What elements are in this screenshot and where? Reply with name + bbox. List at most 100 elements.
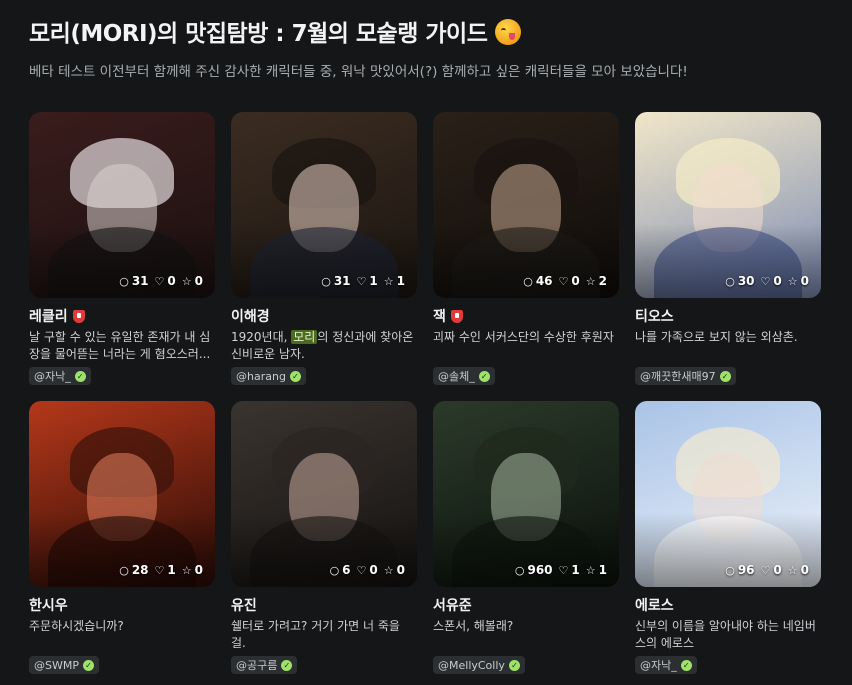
character-card[interactable]: ○ 6 ♡ 0 ☆ 0 유진 쉘터로 가려고? 거기 가면 너 죽을 걸. @공구름 ✓ [231, 401, 417, 674]
star-count-value: 0 [194, 563, 203, 577]
character-name[interactable]: 서유준 [433, 596, 619, 614]
star-count-value: 0 [194, 274, 203, 288]
speech-bubble-icon: ○ [329, 563, 340, 577]
highlighted-keyword: 모리 [291, 330, 318, 344]
star-count-value: 1 [598, 563, 607, 577]
star-count: ☆ 1 [586, 563, 607, 577]
star-count: ☆ 0 [788, 274, 809, 288]
character-name[interactable]: 이해경 [231, 307, 417, 325]
star-count-value: 1 [396, 274, 405, 288]
character-card[interactable]: ○ 31 ♡ 0 ☆ 0 레클리 날 구할 수 있는 유일한 존재가 내 심장을 물어뜯는 너… [29, 112, 215, 385]
heart-icon: ♡ [356, 274, 367, 288]
comment-count-value: 960 [527, 563, 553, 577]
like-count-value: 1 [369, 274, 378, 288]
character-thumbnail[interactable]: ○ 6 ♡ 0 ☆ 0 [231, 401, 417, 587]
speech-bubble-icon: ○ [119, 563, 129, 577]
character-name[interactable]: 에로스 [635, 596, 821, 614]
character-card[interactable]: ○ 30 ♡ 0 ☆ 0 티오스 나를 가족으로 보지 않는 외삼촌. @깨끗한새매97 ✓ [635, 112, 821, 385]
creator-handle: @SWMP [34, 658, 79, 672]
character-name[interactable]: 잭 [433, 307, 619, 325]
verified-check-icon: ✓ [508, 659, 520, 671]
stats-bar: ○ 30 ♡ 0 ☆ 0 [725, 274, 809, 288]
speech-bubble-icon: ○ [119, 274, 129, 288]
thumbnail-shade [635, 401, 821, 587]
character-name-text: 이해경 [231, 309, 270, 325]
character-thumbnail[interactable]: ○ 28 ♡ 1 ☆ 0 [29, 401, 215, 587]
character-name[interactable]: 유진 [231, 596, 417, 614]
character-grid: ○ 31 ♡ 0 ☆ 0 레클리 날 구할 수 있는 유일한 존재가 내 심장을 물어뜯는 너… [29, 112, 825, 682]
star-count-value: 0 [396, 563, 405, 577]
star-count-value: 0 [800, 274, 809, 288]
verified-check-icon: ✓ [719, 370, 731, 382]
character-thumbnail[interactable]: ○ 960 ♡ 1 ☆ 1 [433, 401, 619, 587]
character-thumbnail[interactable]: ○ 46 ♡ 0 ☆ 2 [433, 112, 619, 298]
comment-count-value: 6 [342, 563, 351, 577]
creator-tag[interactable]: @자낙_ ✓ [635, 656, 697, 674]
verified-check-icon: ✓ [289, 370, 301, 382]
character-thumbnail[interactable]: ○ 96 ♡ 0 ☆ 0 [635, 401, 821, 587]
stats-bar: ○ 960 ♡ 1 ☆ 1 [515, 563, 607, 577]
creator-tag[interactable]: @harang ✓ [231, 367, 306, 385]
verified-check-icon: ✓ [74, 370, 86, 382]
page-title: 모리(MORI)의 맛집탐방 : 7월의 모숱랭 가이드 [29, 14, 522, 48]
star-icon: ☆ [181, 274, 192, 288]
character-name[interactable]: 티오스 [635, 307, 821, 325]
character-card[interactable]: ○ 28 ♡ 1 ☆ 0 한시우 주문하시겠습니까? @SWMP ✓ [29, 401, 215, 674]
like-count: ♡ 0 [155, 274, 176, 288]
character-card[interactable]: ○ 960 ♡ 1 ☆ 1 서유준 스폰서, 해볼래? @MellyColly ✓ [433, 401, 619, 674]
character-name-text: 잭 [433, 309, 446, 325]
comment-count: ○ 28 [119, 563, 148, 577]
verified-check-icon: ✓ [680, 659, 692, 671]
heart-icon: ♡ [154, 563, 165, 577]
character-name[interactable]: 한시우 [29, 596, 215, 614]
creator-handle: @자낙_ [640, 659, 677, 672]
heart-icon: ♡ [154, 274, 165, 288]
like-count-value: 0 [167, 274, 176, 288]
character-thumbnail[interactable]: ○ 31 ♡ 0 ☆ 0 [29, 112, 215, 298]
character-description: 주문하시겠습니까? [29, 619, 124, 633]
creator-handle: @깨끗한새매97 [640, 370, 716, 383]
creator-handle: @공구름 [236, 659, 278, 672]
creator-tag[interactable]: @깨끗한새매97 ✓ [635, 367, 736, 385]
like-count-value: 1 [571, 563, 580, 577]
stats-bar: ○ 6 ♡ 0 ☆ 0 [330, 563, 405, 577]
like-count: ♡ 1 [357, 274, 378, 288]
creator-tag[interactable]: @SWMP ✓ [29, 656, 99, 674]
stats-bar: ○ 96 ♡ 0 ☆ 0 [725, 563, 809, 577]
character-thumbnail[interactable]: ○ 30 ♡ 0 ☆ 0 [635, 112, 821, 298]
like-count: ♡ 0 [357, 563, 378, 577]
character-description: 나를 가족으로 보지 않는 외삼촌. [635, 330, 798, 344]
character-name[interactable]: 레클리 [29, 307, 215, 325]
like-count: ♡ 0 [761, 274, 782, 288]
creator-tag[interactable]: @자낙_ ✓ [29, 367, 91, 385]
star-icon: ☆ [383, 563, 394, 577]
heart-icon: ♡ [356, 563, 367, 577]
yum-face-icon [495, 19, 522, 45]
character-name-text: 에로스 [635, 598, 674, 614]
heart-icon: ♡ [558, 563, 569, 577]
star-icon: ☆ [585, 563, 596, 577]
star-count: ☆ 0 [182, 563, 203, 577]
star-count: ☆ 1 [384, 274, 405, 288]
heart-icon: ♡ [760, 274, 771, 288]
creator-tag[interactable]: @MellyColly ✓ [433, 656, 525, 674]
comment-count-value: 31 [333, 274, 351, 288]
speech-bubble-icon: ○ [523, 274, 533, 288]
character-card[interactable]: ○ 31 ♡ 1 ☆ 1 이해경 1920년대, 모리 의 정신과에 찾아온 신비로운 남자. @… [231, 112, 417, 385]
comment-count: ○ 46 [523, 274, 552, 288]
page-title-text: 모리(MORI)의 맛집탐방 : 7월의 모숱랭 가이드 [29, 21, 488, 47]
creator-tag[interactable]: @솔체_ ✓ [433, 367, 495, 385]
comment-count-value: 30 [737, 274, 755, 288]
character-card[interactable]: ○ 96 ♡ 0 ☆ 0 에로스 신부의 이름을 알아내야 하는 네임버스의 에로스 @자낙_ ✓ [635, 401, 821, 674]
creator-handle: @솔체_ [438, 370, 475, 383]
star-count: ☆ 0 [384, 563, 405, 577]
creator-handle: @자낙_ [34, 370, 71, 383]
character-name-text: 유진 [231, 598, 257, 614]
character-thumbnail[interactable]: ○ 31 ♡ 1 ☆ 1 [231, 112, 417, 298]
comment-count: ○ 6 [330, 563, 351, 577]
thumbnail-shade [231, 401, 417, 587]
character-card[interactable]: ○ 46 ♡ 0 ☆ 2 잭 괴짜 수인 서커스단의 수상한 후원자 @솔체_ ✓ [433, 112, 619, 385]
stats-bar: ○ 31 ♡ 0 ☆ 0 [119, 274, 203, 288]
star-icon: ☆ [181, 563, 192, 577]
creator-tag[interactable]: @공구름 ✓ [231, 656, 298, 674]
